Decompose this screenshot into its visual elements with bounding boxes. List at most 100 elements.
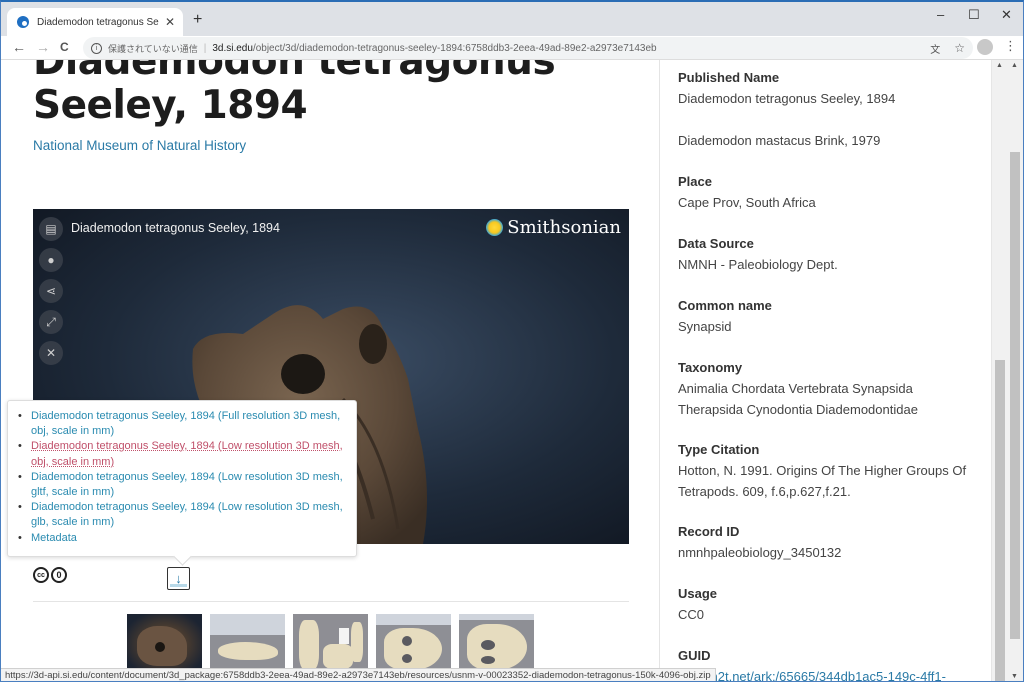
cc-icon: cc [33,567,49,583]
browser-tab[interactable]: Diademodon tetragonus Seeley ✕ [7,8,183,36]
close-tab-icon[interactable]: ✕ [165,15,175,29]
title-line-2: Seeley, 1894 [33,83,308,128]
security-label: 保護されていない通信 [108,44,198,55]
field-value: Tetrapods. 609, f.6,p.627,f.21. [678,484,851,499]
field-label: Data Source [678,236,754,251]
panel-scroll-thumb[interactable] [995,360,1005,681]
metadata-field: Taxonomy Animalia Chordata Vertebrata Syn… [678,358,918,420]
page-scroll-thumb[interactable] [1010,152,1020,639]
page-scroll-down-icon[interactable]: ▼ [1011,673,1018,680]
download-link[interactable]: Diademodon tetragonus Seeley, 1894 (Full… [31,410,340,437]
viewer-title: Diademodon tetragonus Seeley, 1894 [71,221,280,235]
zero-icon: 0 [51,567,67,583]
brand-text: Smithsonian [507,217,621,238]
tab-title: Diademodon tetragonus Seeley [37,16,159,28]
close-window-button[interactable]: ✕ [1001,7,1012,23]
browser-window: Diademodon tetragonus Seeley ✕ + – ☐ ✕ ←… [0,0,1024,682]
annotation-icon[interactable]: ● [39,248,63,272]
metadata-field: Place Cape Prov, South Africa [678,172,816,213]
thumbnail-3d-model[interactable] [127,614,202,674]
guid-link[interactable]: http://n2t.net/ark:/65665/344db1ac5-149c… [678,669,946,681]
address-bar[interactable]: i 保護されていない通信 | 3d.si.edu /object/3d/diad… [83,37,973,59]
field-label: Taxonomy [678,360,743,375]
cc0-license[interactable]: cc 0 [33,567,67,583]
metadata-field: Type Citation Hotton, N. 1991. Origins Of… [678,440,966,502]
translate-icon[interactable]: 文 [930,41,940,56]
download-arrow-icon: ↓ [175,571,182,586]
tools-icon[interactable]: ✕ [39,341,63,365]
url-host: 3d.si.edu [212,42,253,54]
back-button[interactable]: ← [12,39,26,55]
tab-strip: Diademodon tetragonus Seeley ✕ + – ☐ ✕ [1,2,1023,36]
metadata-field: Published Name Diademodon tetragonus Seel… [678,68,895,151]
minimize-button[interactable]: – [937,7,944,22]
download-link[interactable]: Diademodon tetragonus Seeley, 1894 (Low … [31,440,343,467]
metadata-field: Usage CC0 [678,584,717,625]
fullscreen-icon[interactable]: ⤢ [39,310,63,334]
field-label: Type Citation [678,442,760,457]
scroll-up-icon[interactable]: ▲ [996,62,1003,69]
site-favicon-icon [17,16,29,28]
separator: | [203,42,207,54]
title-line-1: Diademodon tetragonus [33,60,556,84]
field-label: Published Name [678,70,780,85]
download-list-item: Metadata [16,531,346,546]
field-value: Diademodon mastacus Brink, 1979 [678,133,881,148]
field-value: NMNH - Paleobiology Dept. [678,257,838,272]
download-button[interactable]: ↓ [167,567,190,590]
field-label: Usage [678,586,718,601]
new-tab-button[interactable]: + [193,11,202,29]
thumbnail-strip [127,614,534,674]
page-content: Diademodon tetragonus Seeley, 1894 Natio… [1,60,1007,681]
download-list-item: Diademodon tetragonus Seeley, 1894 (Low … [16,439,346,469]
document-icon[interactable]: ▤ [39,217,63,241]
thumbnail-lateral[interactable] [210,614,285,674]
thumbnail-ventral[interactable] [459,614,534,674]
field-label: Place [678,174,712,189]
field-value [678,109,895,130]
status-bar-url: https://3d-api.si.edu/content/document/3… [1,668,716,681]
field-label: GUID [678,648,711,663]
reload-button[interactable]: C [60,40,69,54]
page-scroll-up-icon[interactable]: ▲ [1011,62,1018,69]
download-list: Diademodon tetragonus Seeley, 1894 (Full… [16,409,346,546]
divider [33,601,629,602]
download-link[interactable]: Diademodon tetragonus Seeley, 1894 (Low … [31,471,343,498]
download-list-item: Diademodon tetragonus Seeley, 1894 (Low … [16,500,346,530]
field-value: Animalia Chordata Vertebrata Synapsida [678,381,913,396]
thumbnail-dorsal[interactable] [376,614,451,674]
share-icon[interactable]: ⋖ [39,279,63,303]
metadata-panel: Published Name Diademodon tetragonus Seel… [659,60,991,681]
field-value: Therapsida Cynodontia Diademodontidae [678,402,918,417]
metadata-field: Record ID nmnhpaleobiology_3450132 [678,522,841,563]
download-link[interactable]: Metadata [31,532,77,544]
browser-toolbar: ← → C i 保護されていない通信 | 3d.si.edu /object/3… [1,36,1023,60]
field-label: Common name [678,298,772,313]
smithsonian-logo: Smithsonian [486,217,621,238]
museum-link[interactable]: National Museum of Natural History [33,138,246,153]
metadata-field: Common name Synapsid [678,296,772,337]
metadata-field: GUID http://n2t.net/ark:/65665/344db1ac5-… [678,646,946,681]
field-value: http://n2t.net/ark:/65665/344db1ac5-149c… [678,666,946,681]
field-value: CC0 [678,607,705,622]
download-link[interactable]: Diademodon tetragonus Seeley, 1894 (Low … [31,501,343,528]
browser-menu-icon[interactable]: ⋮ [1004,38,1017,54]
field-value: nmnhpaleobiology_3450132 [678,545,842,560]
bookmark-star-icon[interactable]: ☆ [954,41,965,56]
info-icon[interactable]: i [91,42,102,54]
field-value: Hotton, N. 1991. Origins Of The Higher G… [678,463,967,478]
field-label: Record ID [678,524,740,539]
download-list-item: Diademodon tetragonus Seeley, 1894 (Low … [16,470,346,500]
forward-button[interactable]: → [36,39,50,55]
profile-avatar[interactable] [977,39,993,55]
page-title: Diademodon tetragonus Seeley, 1894 [33,60,556,128]
thumbnail-skeleton[interactable] [293,614,368,674]
page-scrollbar[interactable]: ▲ ▼ [1007,60,1023,681]
metadata-field: Data Source NMNH - Paleobiology Dept. [678,234,838,275]
field-value: Diademodon tetragonus Seeley, 1894 [678,91,896,106]
maximize-button[interactable]: ☐ [968,7,980,23]
field-value: Synapsid [678,319,732,334]
sun-logo-icon [486,219,504,236]
field-value: Cape Prov, South Africa [678,195,816,210]
panel-scrollbar[interactable]: ▲ [991,60,1007,681]
